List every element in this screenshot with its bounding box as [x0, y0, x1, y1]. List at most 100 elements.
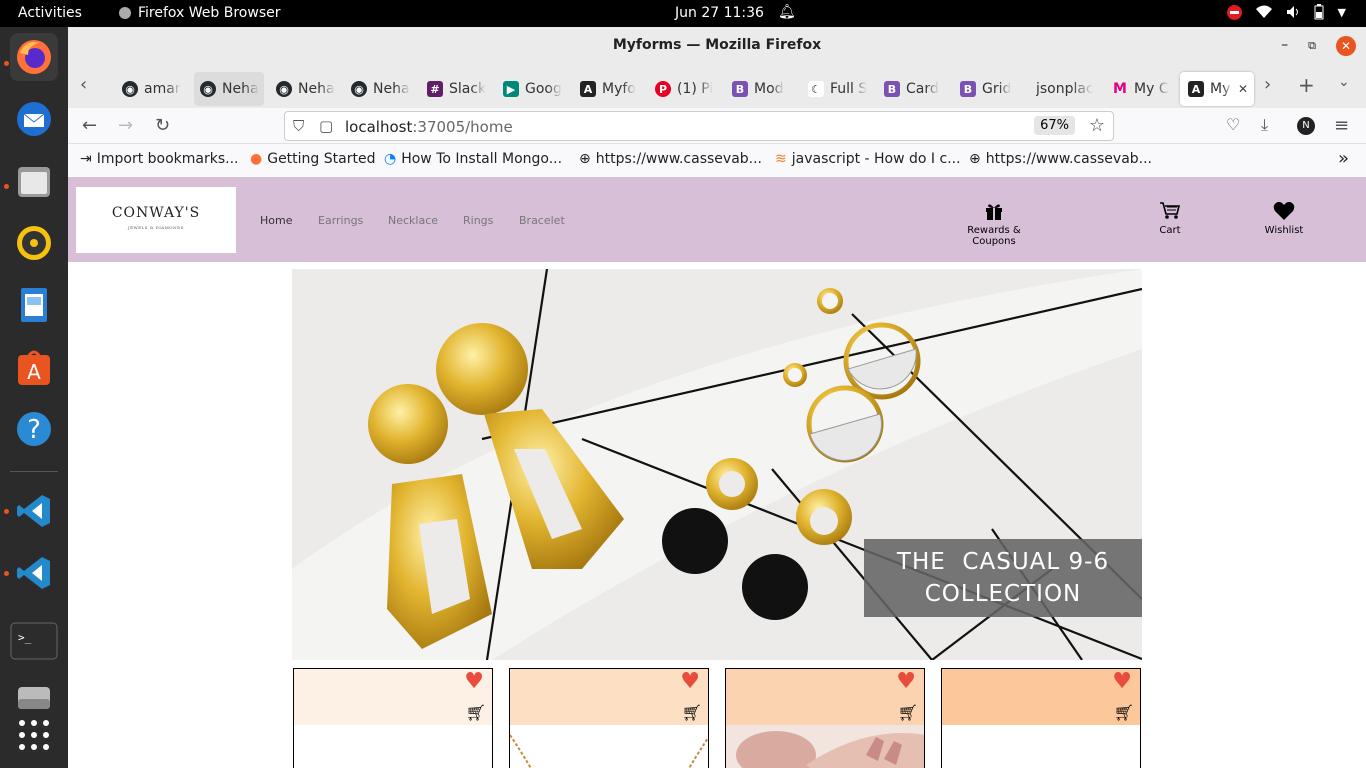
- tab-scroll-right-icon[interactable]: ›: [1264, 74, 1271, 95]
- add-to-cart-icon[interactable]: 🛒︎: [466, 703, 486, 722]
- logo-tagline: JEWELS & DIAMONDS: [127, 225, 185, 230]
- minimize-button[interactable]: –: [1281, 27, 1288, 64]
- product-card[interactable]: ♥ 🛒︎: [941, 668, 1141, 768]
- tab-1[interactable]: ◉ Neha: [194, 72, 264, 106]
- close-tab-icon[interactable]: ✕: [1238, 82, 1248, 96]
- app-menu[interactable]: Firefox Web Browser: [118, 5, 281, 21]
- bookmark-item[interactable]: ⊕ https://www.cassevab...: [579, 151, 762, 167]
- tab-label: Full S: [830, 81, 868, 97]
- github-icon: ◉: [276, 81, 292, 97]
- bookmark-item[interactable]: ⇥ Import bookmarks...: [80, 151, 239, 167]
- slack-icon: #: [427, 81, 443, 97]
- product-card[interactable]: ♥ 🛒︎: [509, 668, 709, 768]
- nav-earrings[interactable]: Earrings: [318, 214, 363, 227]
- zoom-indicator[interactable]: 67%: [1034, 116, 1075, 135]
- files-dock-icon[interactable]: [10, 157, 58, 205]
- wishlist-heart-icon[interactable]: ♥: [1112, 669, 1132, 694]
- account-avatar-icon[interactable]: N: [1297, 117, 1315, 135]
- bookmark-star-icon[interactable]: ☆: [1089, 115, 1105, 136]
- digitalocean-icon: ◔: [384, 151, 397, 167]
- vscode-dock-icon-2[interactable]: [10, 549, 58, 597]
- product-card[interactable]: ♥ 🛒︎: [293, 668, 493, 768]
- nav-home[interactable]: Home: [260, 214, 292, 227]
- full-stack-icon: ☾: [808, 81, 824, 97]
- more-bookmarks-icon[interactable]: »: [1338, 148, 1349, 169]
- add-to-cart-icon[interactable]: 🛒︎: [682, 703, 702, 722]
- tab-3[interactable]: ◉ Neha: [351, 72, 415, 106]
- bookmark-label: javascript - How do I c...: [791, 151, 961, 167]
- firefox-window: Myforms — Mozilla Firefox – ⧉ ✕ ‹ ◉ amar…: [68, 27, 1366, 768]
- tab-4[interactable]: # Slack: [427, 72, 487, 106]
- thunderbird-dock-icon[interactable]: [10, 95, 58, 143]
- vscode-dock-icon[interactable]: [10, 487, 58, 535]
- list-all-tabs-icon[interactable]: ⌄: [1338, 74, 1350, 90]
- show-apps-icon[interactable]: [10, 711, 58, 759]
- app-center-dock-icon[interactable]: A: [10, 343, 58, 391]
- reload-icon[interactable]: ↻: [155, 115, 170, 136]
- wishlist-link[interactable]: Wishlist: [1260, 201, 1308, 236]
- hero-banner[interactable]: THE CASUAL 9-6 COLLECTION: [292, 269, 1142, 660]
- nav-rings[interactable]: Rings: [463, 214, 493, 227]
- shield-icon[interactable]: ⛉: [293, 117, 304, 135]
- wishlist-heart-icon[interactable]: ♥: [896, 669, 916, 694]
- help-dock-icon[interactable]: ?: [10, 405, 58, 453]
- running-indicator: [4, 509, 9, 514]
- bookmark-item[interactable]: ◔ How To Install Mongo...: [384, 151, 562, 167]
- tab-label: Goog: [525, 81, 562, 97]
- tab-10[interactable]: B Card: [884, 72, 944, 106]
- tab-7[interactable]: P (1) Pi: [655, 72, 715, 106]
- tab-8[interactable]: B Mod: [732, 72, 792, 106]
- system-tray[interactable]: ▼: [1226, 4, 1346, 20]
- svg-text:>_: >_: [18, 631, 32, 644]
- rewards-link[interactable]: Rewards & Coupons: [946, 201, 1042, 247]
- url-bar[interactable]: ⛉ ▢ localhost:37005/home 67% ☆: [284, 111, 1114, 141]
- terminal-dock-icon[interactable]: >_: [10, 617, 58, 665]
- clock[interactable]: Jun 27 11:36: [675, 5, 764, 21]
- close-window-button[interactable]: ✕: [1336, 35, 1356, 56]
- cart-link[interactable]: Cart: [1144, 201, 1196, 236]
- angular-icon: A: [580, 81, 596, 97]
- activities-button[interactable]: Activities: [18, 5, 82, 21]
- page-icon[interactable]: ▢: [319, 117, 333, 135]
- gift-icon: [946, 201, 1042, 225]
- tab-label: Myfo: [602, 81, 636, 97]
- add-to-cart-icon[interactable]: 🛒︎: [898, 703, 918, 722]
- tab-14-active[interactable]: A My ✕: [1180, 72, 1254, 106]
- writer-dock-icon[interactable]: [10, 281, 58, 329]
- back-icon[interactable]: ←: [82, 115, 97, 136]
- product-card[interactable]: ♥ 🛒︎: [725, 668, 925, 768]
- maximize-button[interactable]: ⧉: [1308, 27, 1316, 64]
- wishlist-heart-icon[interactable]: ♥: [680, 669, 700, 694]
- tab-11[interactable]: B Grid: [960, 72, 1020, 106]
- dock-divider: [10, 471, 58, 472]
- tab-label: jsonplac: [1036, 81, 1094, 97]
- firefox-dock-icon[interactable]: [10, 33, 58, 81]
- tab-6[interactable]: A Myfo: [580, 72, 640, 106]
- site-logo[interactable]: CONWAY'S JEWELS & DIAMONDS: [76, 187, 236, 253]
- tab-2[interactable]: ◉ Neha: [276, 72, 340, 106]
- forward-icon[interactable]: →: [118, 115, 133, 136]
- tab-5[interactable]: ▶ Goog: [503, 72, 563, 106]
- tab-9[interactable]: ☾ Full S: [808, 72, 868, 106]
- bookmark-item[interactable]: ● Getting Started: [250, 151, 375, 167]
- nav-necklace[interactable]: Necklace: [388, 214, 438, 227]
- nav-bracelet[interactable]: Bracelet: [519, 214, 565, 227]
- tab-12[interactable]: jsonplac: [1036, 72, 1096, 106]
- new-tab-icon[interactable]: +: [1298, 73, 1315, 97]
- bookmark-item[interactable]: ⊕ https://www.cassevab...: [969, 151, 1152, 167]
- chevron-down-icon: ▼: [1337, 5, 1346, 19]
- model-image: [726, 725, 924, 768]
- add-to-cart-icon[interactable]: 🛒︎: [1114, 703, 1134, 722]
- rhythmbox-dock-icon[interactable]: [10, 219, 58, 267]
- menu-icon[interactable]: ≡: [1334, 115, 1349, 136]
- url-text[interactable]: localhost:37005/home: [345, 118, 513, 136]
- bookmark-item[interactable]: ≋ javascript - How do I c...: [775, 151, 961, 167]
- downloads-icon[interactable]: ⤓: [1261, 115, 1268, 135]
- app-name: Firefox Web Browser: [138, 5, 281, 21]
- tab-scroll-left-icon[interactable]: ‹: [80, 74, 87, 95]
- tab-13[interactable]: M My C: [1112, 72, 1172, 106]
- wishlist-heart-icon[interactable]: ♥: [464, 669, 484, 694]
- tab-0[interactable]: ◉ amar: [122, 72, 192, 106]
- pocket-icon[interactable]: ♡: [1226, 115, 1240, 134]
- product-card-top: [942, 669, 1140, 725]
